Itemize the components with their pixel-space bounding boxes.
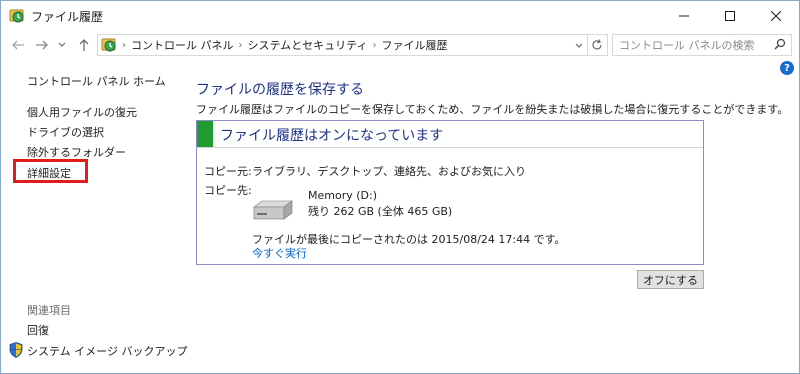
navigation-bar: › コントロール パネル › システムとセキュリティ › ファイル履歴 コントロ… [1,31,799,59]
close-button[interactable] [753,1,799,31]
back-button[interactable] [7,34,29,56]
recent-locations-button[interactable] [55,34,69,56]
copy-from-value: ライブラリ、デスクトップ、連絡先、およびお気に入り [252,165,527,178]
sidebar-item-system-image-backup[interactable]: システム イメージ バックアップ [27,343,187,359]
maximize-icon [725,11,735,21]
sidebar-item-select-drive[interactable]: ドライブの選択 [27,124,104,140]
file-history-icon [101,38,116,52]
page-description: ファイル履歴はファイルのコピーを保存しておくため、ファイルを紛失または破損した場… [196,103,789,116]
minimize-icon [679,15,689,17]
copy-from-label: コピー元: [204,165,252,178]
search-input[interactable]: コントロール パネルの検索 [619,37,755,53]
divider [197,147,703,148]
refresh-icon [592,39,602,50]
search-box[interactable]: コントロール パネルの検索 [612,34,792,56]
turn-off-button[interactable]: オフにする [637,270,704,289]
drive-name: Memory (D:) [308,189,377,202]
help-icon: ? [784,62,790,74]
status-header: ファイル履歴はオンになっています [197,121,703,147]
breadcrumb-separator-icon: › [122,39,126,51]
sidebar-item-restore-files[interactable]: 個人用ファイルの復元 [27,104,137,120]
breadcrumb-system-security[interactable]: システムとセキュリティ [248,37,368,53]
forward-button[interactable] [31,34,53,56]
arrow-up-icon [79,39,89,51]
run-now-link[interactable]: 今すぐ実行 [252,245,307,261]
up-button[interactable] [73,34,95,56]
arrow-right-icon [36,40,48,50]
left-pane: コントロール パネル ホーム 個人用ファイルの復元 ドライブの選択 除外するフォ… [1,59,187,373]
address-dropdown-button[interactable] [575,39,583,52]
status-title: ファイル履歴はオンになっています [220,128,444,144]
chevron-down-icon [575,43,583,48]
maximize-button[interactable] [707,1,753,31]
see-also-heading: 関連項目 [27,304,71,317]
minimize-button[interactable] [661,1,707,31]
chevron-down-icon [58,42,66,47]
window-title: ファイル履歴 [31,10,104,24]
arrow-left-icon [12,40,24,50]
close-icon [771,11,781,21]
copy-to-label: コピー先: [204,184,252,197]
file-history-icon [9,9,24,23]
hard-drive-icon [252,200,294,220]
drive-space: 残り 262 GB (全体 465 GB) [308,205,453,218]
highlight-annotation [13,159,88,183]
breadcrumb-control-panel[interactable]: コントロール パネル [131,37,234,53]
refresh-button[interactable] [587,34,608,56]
page-title: ファイルの履歴を保存する [196,82,364,98]
search-icon [774,38,786,50]
sidebar-item-control-panel-home[interactable]: コントロール パネル ホーム [27,73,166,89]
breadcrumb-separator-icon: › [372,39,377,51]
status-indicator [197,121,213,147]
status-panel: ファイル履歴はオンになっています コピー元: ライブラリ、デスクトップ、連絡先、… [196,120,704,265]
help-button[interactable]: ? [780,61,794,75]
sidebar-item-recovery[interactable]: 回復 [27,322,49,338]
file-history-window: ファイル履歴 › コントロール パネル › システムとセキュリティ › ファイル… [0,0,800,374]
title-bar: ファイル履歴 [1,1,799,31]
breadcrumb-file-history[interactable]: ファイル履歴 [382,37,448,53]
sidebar-item-exclude-folders[interactable]: 除外するフォルダー [27,144,126,160]
breadcrumb-separator-icon: › [238,39,243,51]
address-bar[interactable]: › コントロール パネル › システムとセキュリティ › ファイル履歴 [97,34,588,56]
shield-icon [9,342,23,358]
